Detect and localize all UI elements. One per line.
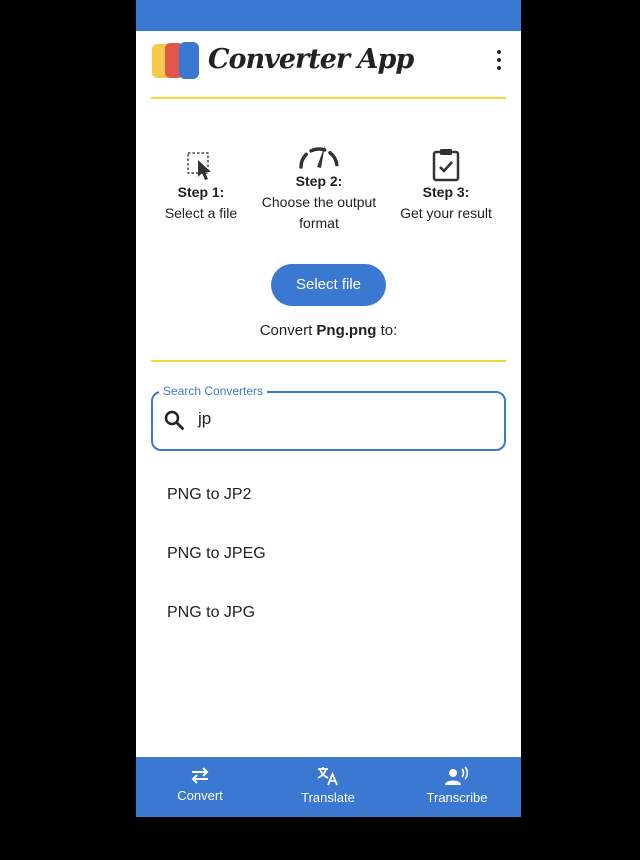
step-description: Select a file xyxy=(164,205,238,221)
step-description: Choose the output format xyxy=(261,194,377,231)
step-title: Step 2: xyxy=(295,173,343,189)
app-header: Converter App xyxy=(151,40,506,100)
app-logo-icon xyxy=(152,42,199,79)
translate-icon xyxy=(317,767,338,786)
nav-transcribe[interactable]: Transcribe xyxy=(393,757,521,817)
converter-item[interactable]: PNG to JP2 xyxy=(167,486,251,504)
divider xyxy=(151,97,506,99)
voice-person-icon xyxy=(445,766,469,785)
nav-convert[interactable]: Convert xyxy=(136,757,264,817)
search-icon xyxy=(164,410,184,430)
app-screen: Converter App Step 1: Select a file Step… xyxy=(136,0,521,817)
convert-suffix: to: xyxy=(380,322,398,339)
convert-label: Convert Png.png to: xyxy=(136,322,521,339)
converter-item[interactable]: PNG to JPEG xyxy=(167,545,266,563)
select-file-button[interactable]: Select file xyxy=(271,264,386,306)
step-description: Get your result xyxy=(400,205,492,221)
bottom-navigation: Convert Translate Transcribe xyxy=(136,757,521,817)
step-1: Step 1: Select a file xyxy=(141,150,261,224)
step-title: Step 3: xyxy=(422,184,470,200)
convert-prefix: Convert xyxy=(259,322,313,339)
nav-translate[interactable]: Translate xyxy=(264,757,392,817)
step-2: Step 2: Choose the output format xyxy=(254,139,384,234)
status-bar xyxy=(136,0,521,31)
step-3: Step 3: Get your result xyxy=(386,148,506,224)
search-label: Search Converters xyxy=(159,384,268,398)
step-title: Step 1: xyxy=(177,184,225,200)
app-title: Converter App xyxy=(208,44,414,75)
gauge-icon xyxy=(299,145,339,169)
search-value[interactable]: jp xyxy=(198,409,211,429)
converter-item[interactable]: PNG to JPG xyxy=(167,604,255,622)
divider xyxy=(151,360,506,362)
nav-label: Transcribe xyxy=(426,790,488,805)
nav-label: Convert xyxy=(177,788,223,803)
select-cursor-icon xyxy=(187,152,211,180)
source-filename: Png.png xyxy=(316,322,377,339)
swap-arrows-icon xyxy=(191,767,209,784)
clipboard-check-icon xyxy=(432,149,460,182)
nav-label: Translate xyxy=(301,790,355,805)
overflow-menu-icon[interactable] xyxy=(492,50,506,72)
